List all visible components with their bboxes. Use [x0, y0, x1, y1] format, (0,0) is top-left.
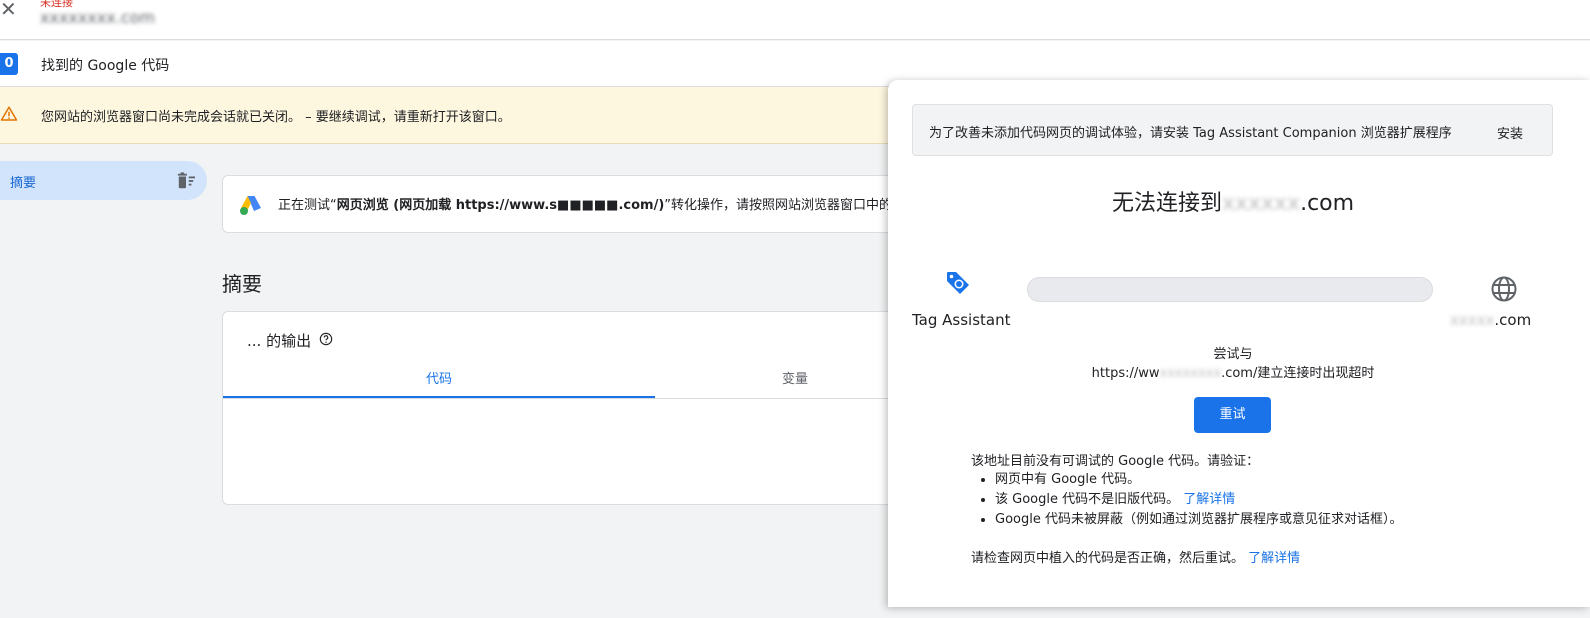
top-bar: ✕ 未连接 xxxxxxxx.com — [0, 0, 1590, 40]
warning-text: 您网站的浏览器窗口尚未完成会话就已关闭。 – 要继续调试，请重新打开该窗口。 — [41, 110, 511, 125]
tab-variables[interactable]: 变量 — [655, 368, 901, 398]
list-item: 该 Google 代码不是旧版代码。 了解详情 — [995, 490, 1402, 510]
checks-list: 网页中有 Google 代码。 该 Google 代码不是旧版代码。 了解详情 … — [995, 470, 1402, 530]
retry-button[interactable]: 重试 — [1194, 397, 1271, 433]
recheck-message: 请检查网页中植入的代码是否正确，然后重试。 了解详情 — [971, 551, 1301, 566]
site-label: xxxxx.com — [1450, 311, 1532, 329]
extension-banner: 为了改善未添加代码网页的调试体验，请安装 Tag Assistant Compa… — [912, 104, 1553, 156]
sidebar-item-summary[interactable]: 摘要 — [0, 161, 207, 200]
output-title: ... 的输出 — [247, 332, 312, 350]
checks-intro: 该地址目前没有可调试的 Google 代码。请验证： — [971, 454, 1260, 469]
conversion-test-card: 正在测试“网页浏览 (网页加载 https://www.s■■■■■.com/)… — [222, 175, 902, 233]
google-ads-icon — [240, 196, 261, 215]
output-card: ... 的输出 代码 变量 — [222, 311, 902, 505]
page-title: 摘要 — [222, 272, 262, 296]
help-icon[interactable] — [319, 332, 333, 346]
close-icon[interactable]: ✕ — [0, 0, 17, 20]
globe-icon — [1491, 276, 1517, 302]
list-item: 网页中有 Google 代码。 — [995, 470, 1402, 490]
connection-progress-bar — [1027, 277, 1433, 302]
tags-found-label: 找到的 Google 代码 — [41, 58, 170, 74]
timeout-message-line2: https://wwxxxxxxxx.com/建立连接时出现超时 — [1091, 366, 1375, 381]
warning-icon — [0, 106, 18, 121]
install-button[interactable]: 安装 — [1497, 123, 1523, 142]
clear-list-icon[interactable] — [176, 172, 196, 190]
tab-divider — [223, 398, 901, 399]
connection-failed-title: 无法连接到xxxxxx.com — [1111, 191, 1355, 216]
learn-more-link[interactable]: 了解详情 — [1183, 492, 1235, 507]
tag-assistant-icon — [947, 272, 969, 294]
sidebar-item-label: 摘要 — [10, 176, 37, 191]
tag-assistant-label: Tag Assistant — [912, 311, 1011, 329]
tag-count-badge: 0 — [0, 53, 18, 75]
tab-tags[interactable]: 代码 — [223, 368, 655, 398]
list-item: Google 代码未被屏蔽（例如通过浏览器扩展程序或意见征求对话框）。 — [995, 510, 1402, 530]
conversion-test-text: 正在测试“网页浏览 (网页加载 https://www.s■■■■■.com/)… — [278, 198, 902, 213]
site-domain: xxxxxxxx.com — [40, 8, 156, 27]
timeout-message-line1: 尝试与 — [1213, 347, 1253, 362]
extension-banner-text: 为了改善未添加代码网页的调试体验，请安装 Tag Assistant Compa… — [929, 126, 1452, 141]
learn-more-link[interactable]: 了解详情 — [1248, 551, 1300, 566]
connection-panel: 为了改善未添加代码网页的调试体验，请安装 Tag Assistant Compa… — [888, 80, 1590, 607]
